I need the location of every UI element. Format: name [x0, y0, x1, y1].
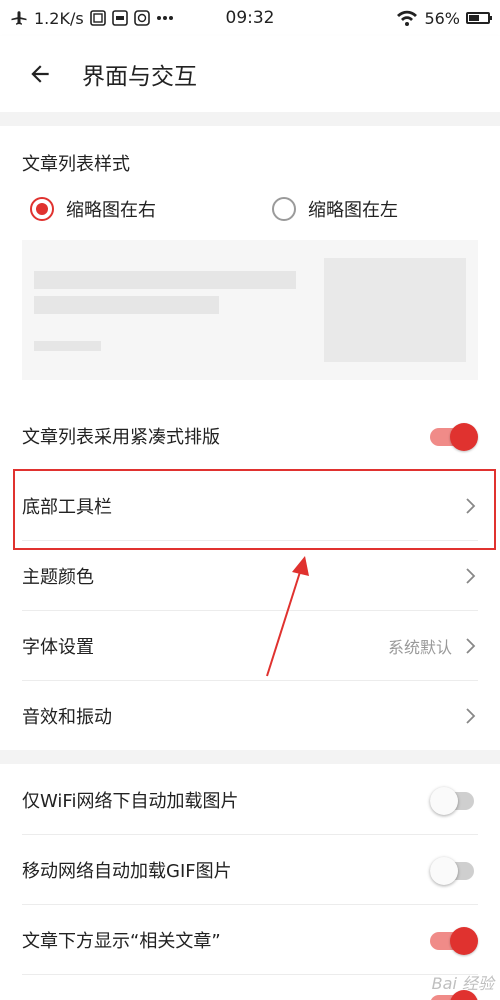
- divider: [22, 540, 478, 541]
- theme-color-row[interactable]: 主题颜色: [0, 542, 500, 610]
- arrow-left-icon: [31, 65, 49, 83]
- setting-label: 移动网络自动加载GIF图片: [22, 861, 232, 882]
- setting-label: 底部工具栏: [22, 497, 112, 518]
- radio-label: 缩略图在右: [66, 200, 156, 221]
- setting-label: 音效和振动: [22, 707, 112, 728]
- related-articles-toggle[interactable]: [430, 927, 478, 955]
- preview-meta-line: [34, 341, 101, 351]
- back-button[interactable]: [22, 56, 58, 92]
- divider: [22, 834, 478, 835]
- bottom-toolbar-row[interactable]: 底部工具栏: [0, 472, 500, 540]
- radio-unselected-icon: [272, 197, 296, 221]
- divider: [22, 904, 478, 905]
- divider: [22, 974, 478, 975]
- battery-percent: 56%: [424, 8, 460, 28]
- status-bar: 1.2K/s 09:32 56%: [0, 0, 500, 36]
- mobile-gif-row: 移动网络自动加载GIF图片: [0, 836, 500, 904]
- setting-label: 仅WiFi网络下自动加载图片: [22, 791, 239, 812]
- preview-title-line: [34, 296, 219, 314]
- app-icon: [89, 10, 106, 26]
- layout-preview: [22, 240, 478, 380]
- radio-thumbnail-left[interactable]: 缩略图在左: [272, 192, 398, 226]
- radio-selected-icon: [30, 197, 54, 221]
- divider: [22, 610, 478, 611]
- setting-label: 文章列表采用紧凑式排版: [22, 427, 220, 448]
- setting-label: 文章下方显示“相关文章”: [22, 931, 221, 952]
- battery-icon: [466, 12, 492, 24]
- app-header: 界面与交互: [0, 36, 500, 112]
- chevron-right-icon: [464, 496, 478, 516]
- chevron-right-icon: [464, 636, 478, 656]
- battery-fill: [469, 15, 480, 21]
- setting-label: 字体设置: [22, 637, 94, 658]
- setting-label: 主题颜色: [22, 567, 94, 588]
- divider: [22, 470, 478, 471]
- preview-title-line: [34, 271, 296, 289]
- watermark: Bai 经验: [431, 974, 494, 993]
- sound-vibration-row[interactable]: 音效和振动: [0, 682, 500, 750]
- more-dots-icon: [156, 15, 174, 21]
- compact-layout-row: 文章列表采用紧凑式排版: [0, 402, 500, 470]
- page-title: 界面与交互: [82, 64, 197, 90]
- wifi-only-images-toggle[interactable]: [430, 787, 478, 815]
- section-gap: [0, 112, 500, 126]
- network-speed: 1.2K/s: [34, 8, 84, 28]
- chevron-right-icon: [464, 706, 478, 726]
- toggle-knob: [430, 857, 458, 885]
- toggle-knob: [430, 787, 458, 815]
- mobile-gif-toggle[interactable]: [430, 857, 478, 885]
- setting-value: 系统默认: [387, 638, 452, 657]
- compact-layout-toggle[interactable]: [430, 423, 478, 451]
- related-articles-row: 文章下方显示“相关文章”: [0, 906, 500, 974]
- iqiyi-icon: [111, 10, 128, 26]
- section-gap: [0, 750, 500, 764]
- status-right: 56%: [396, 8, 492, 28]
- airplane-icon: [10, 9, 28, 27]
- chevron-right-icon: [464, 566, 478, 586]
- preview-thumbnail: [324, 258, 466, 362]
- wifi-only-images-row: 仅WiFi网络下自动加载图片: [0, 766, 500, 834]
- toggle-knob: [450, 423, 478, 451]
- radio-label: 缩略图在左: [308, 200, 398, 221]
- toggle-knob: [450, 927, 478, 955]
- divider: [22, 680, 478, 681]
- radio-thumbnail-right[interactable]: 缩略图在右: [30, 192, 156, 226]
- wifi-icon: [396, 10, 418, 26]
- status-left: 1.2K/s: [10, 9, 174, 28]
- app-icon: [133, 10, 150, 26]
- font-settings-row[interactable]: 字体设置 系统默认: [0, 612, 500, 680]
- article-list-style-title: 文章列表样式: [22, 154, 130, 175]
